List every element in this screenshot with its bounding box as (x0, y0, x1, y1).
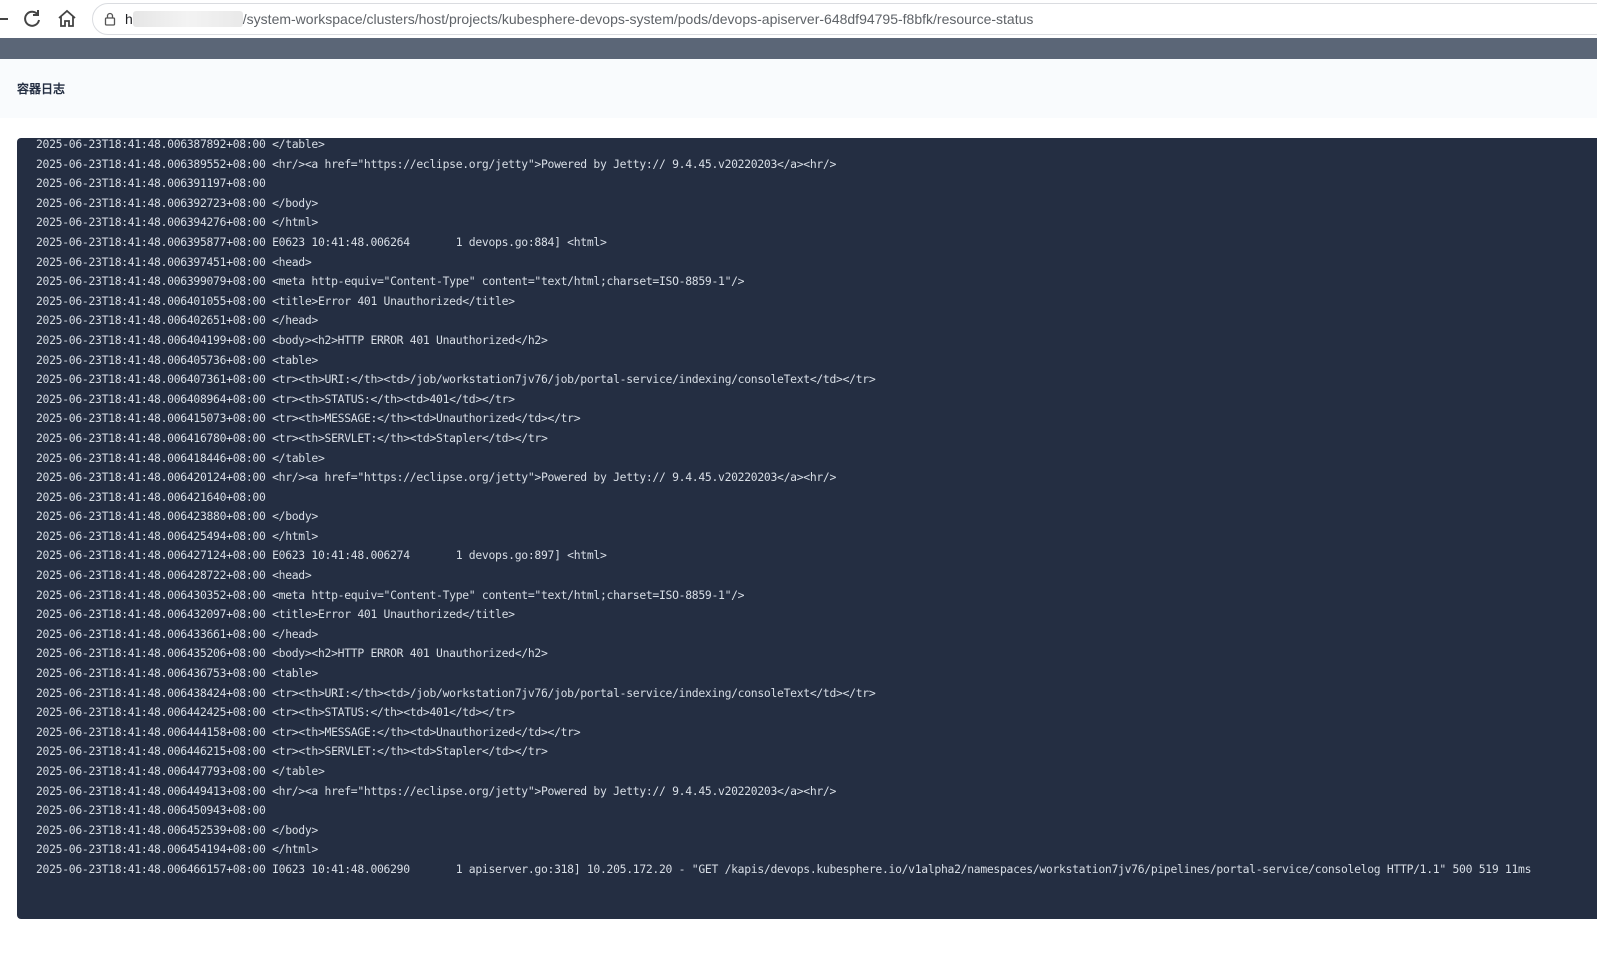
log-line: 2025-06-23T18:41:48.006466157+08:00 I062… (36, 861, 1532, 876)
lock-icon[interactable] (103, 12, 117, 26)
log-line: 2025-06-23T18:41:48.006397451+08:00 <hea… (36, 254, 312, 269)
log-line: 2025-06-23T18:41:48.006421640+08:00 (36, 489, 266, 504)
log-header-panel: 容器日志 (0, 59, 1597, 118)
log-line: 2025-06-23T18:41:48.006450943+08:00 (36, 803, 266, 818)
log-line: 2025-06-23T18:41:48.006401055+08:00 <tit… (36, 293, 515, 308)
log-line: 2025-06-23T18:41:48.006433661+08:00 </he… (36, 626, 318, 641)
log-line: 2025-06-23T18:41:48.006435206+08:00 <bod… (36, 646, 548, 661)
log-line: 2025-06-23T18:41:48.006387892+08:00 </ta… (36, 138, 325, 151)
back-arrow-icon[interactable] (0, 6, 14, 32)
log-line: 2025-06-23T18:41:48.006438424+08:00 <tr>… (36, 685, 876, 700)
log-line: 2025-06-23T18:41:48.006408964+08:00 <tr>… (36, 391, 515, 406)
log-line: 2025-06-23T18:41:48.006395877+08:00 E062… (36, 234, 607, 249)
browser-toolbar: h/system-workspace/clusters/host/project… (0, 0, 1597, 38)
reload-icon[interactable] (19, 6, 45, 32)
page-title: 容器日志 (17, 82, 66, 96)
log-line: 2025-06-23T18:41:48.006405736+08:00 <tab… (36, 352, 318, 367)
url-text: h/system-workspace/clusters/host/project… (125, 11, 1033, 27)
log-line: 2025-06-23T18:41:48.006454194+08:00 </ht… (36, 842, 318, 857)
log-line: 2025-06-23T18:41:48.006394276+08:00 </ht… (36, 215, 318, 230)
page-footer-space (0, 919, 1597, 964)
log-line: 2025-06-23T18:41:48.006432097+08:00 <tit… (36, 607, 515, 622)
container-log-panel[interactable]: 2025-06-23T18:41:48.006387892+08:00 </ta… (17, 138, 1597, 919)
home-icon[interactable] (54, 6, 80, 32)
log-line: 2025-06-23T18:41:48.006420124+08:00 <hr/… (36, 470, 837, 485)
url-redacted-region (132, 11, 243, 27)
log-line: 2025-06-23T18:41:48.006391197+08:00 (36, 176, 266, 191)
url-prefix: h (125, 11, 133, 27)
log-line: 2025-06-23T18:41:48.006392723+08:00 </bo… (36, 195, 318, 210)
log-line: 2025-06-23T18:41:48.006427124+08:00 E062… (36, 548, 607, 563)
log-line: 2025-06-23T18:41:48.006415073+08:00 <tr>… (36, 411, 581, 426)
log-line: 2025-06-23T18:41:48.006425494+08:00 </ht… (36, 528, 318, 543)
log-line: 2025-06-23T18:41:48.006407361+08:00 <tr>… (36, 372, 876, 387)
log-lines: 2025-06-23T18:41:48.006387892+08:00 </ta… (36, 138, 1531, 880)
log-line: 2025-06-23T18:41:48.006389552+08:00 <hr/… (36, 156, 837, 171)
log-line: 2025-06-23T18:41:48.006423880+08:00 </bo… (36, 509, 318, 524)
log-line: 2025-06-23T18:41:48.006399079+08:00 <met… (36, 274, 745, 289)
log-line: 2025-06-23T18:41:48.006416780+08:00 <tr>… (36, 430, 548, 445)
log-line: 2025-06-23T18:41:48.006442425+08:00 <tr>… (36, 705, 515, 720)
log-line: 2025-06-23T18:41:48.006447793+08:00 </ta… (36, 764, 325, 778)
log-line: 2025-06-23T18:41:48.006446215+08:00 <tr>… (36, 744, 548, 759)
app-top-strip (0, 38, 1597, 59)
address-bar[interactable]: h/system-workspace/clusters/host/project… (92, 3, 1597, 35)
url-path: /system-workspace/clusters/host/projects… (242, 11, 1034, 27)
log-line: 2025-06-23T18:41:48.006402651+08:00 </he… (36, 313, 318, 328)
log-line: 2025-06-23T18:41:48.006418446+08:00 </ta… (36, 450, 325, 465)
log-line: 2025-06-23T18:41:48.006430352+08:00 <met… (36, 587, 745, 602)
log-line: 2025-06-23T18:41:48.006444158+08:00 <tr>… (36, 724, 581, 739)
log-line: 2025-06-23T18:41:48.006436753+08:00 <tab… (36, 666, 318, 681)
log-line: 2025-06-23T18:41:48.006428722+08:00 <hea… (36, 568, 312, 583)
log-line: 2025-06-23T18:41:48.006452539+08:00 </bo… (36, 822, 318, 837)
log-line: 2025-06-23T18:41:48.006449413+08:00 <hr/… (36, 783, 837, 798)
log-line: 2025-06-23T18:41:48.006404199+08:00 <bod… (36, 332, 548, 347)
